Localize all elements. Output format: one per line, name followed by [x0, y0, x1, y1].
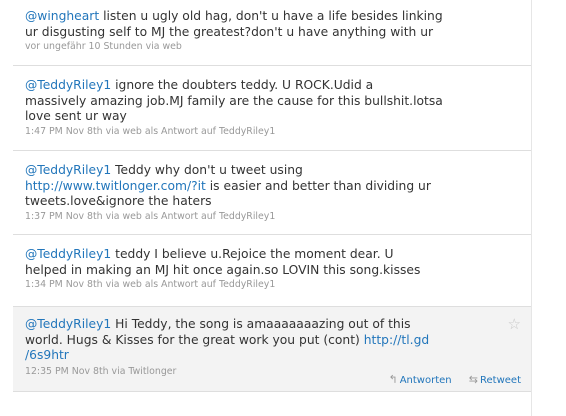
mention-link[interactable]: @TeddyRiley1	[25, 317, 111, 331]
tweet-item: @TeddyRiley1 Hi Teddy, the song is amaaa…	[13, 307, 531, 392]
tweet-text: love sent ur way	[25, 109, 127, 124]
mention-link[interactable]: @TeddyRiley1	[25, 163, 111, 177]
tweet-actions: ↰ Antworten ⇆ Retweet	[374, 373, 521, 386]
tweet-item: @TeddyRiley1 teddy I believe u.Rejoice t…	[13, 235, 531, 307]
tweet-text: ur disgusting self to MJ the greatest?do…	[25, 24, 434, 39]
reply-button[interactable]: Antworten	[400, 375, 452, 386]
tweet-text: @TeddyRiley1 Hi Teddy, the song is amaaa…	[25, 317, 411, 331]
tweet-text: @wingheart listen u ugly old hag, don't …	[25, 9, 443, 23]
tweet-text: @TeddyRiley1 ignore the doubters teddy. …	[25, 78, 374, 92]
tweet-text: tweets.love&ignore the haters	[25, 194, 212, 209]
retweet-button[interactable]: Retweet	[480, 375, 521, 386]
url-link-continued[interactable]: /6s9htr	[25, 348, 69, 362]
tweet-meta[interactable]: 1:34 PM Nov 8th via web als Antwort auf …	[25, 279, 531, 291]
star-icon[interactable]: ☆	[508, 315, 521, 333]
tweet-text: world. Hugs & Kisses for the great work …	[25, 332, 430, 347]
tweet-text: helped in making an MJ hit once again.so…	[25, 262, 421, 277]
tweet-meta[interactable]: 1:37 PM Nov 8th via web als Antwort auf …	[25, 211, 531, 223]
mention-link[interactable]: @wingheart	[25, 9, 99, 23]
page-margin	[532, 0, 566, 416]
tweet-text: massively amazing job.MJ family are the …	[25, 93, 443, 108]
tweet-item: @TeddyRiley1 ignore the doubters teddy. …	[13, 66, 531, 151]
mention-link[interactable]: @TeddyRiley1	[25, 78, 111, 92]
url-link[interactable]: http://tl.gd	[364, 333, 429, 347]
tweet-meta[interactable]: 1:47 PM Nov 8th via web als Antwort auf …	[25, 126, 531, 138]
url-link[interactable]: http://www.twitlonger.com/?it	[25, 179, 206, 193]
tweet-text: /6s9htr	[25, 348, 531, 364]
tweet-item: @TeddyRiley1 Teddy why don't u tweet usi…	[13, 151, 531, 235]
tweet-meta[interactable]: vor ungefähr 10 Stunden via web	[25, 41, 531, 53]
retweet-icon: ⇆	[468, 373, 479, 386]
tweet-text: http://www.twitlonger.com/?it is easier …	[25, 178, 431, 193]
mention-link[interactable]: @TeddyRiley1	[25, 247, 111, 261]
reply-arrow-icon: ↰	[388, 373, 398, 386]
tweet-item: @wingheart listen u ugly old hag, don't …	[13, 0, 531, 66]
tweet-timeline: @wingheart listen u ugly old hag, don't …	[13, 0, 532, 416]
tweet-text: @TeddyRiley1 Teddy why don't u tweet usi…	[25, 163, 303, 177]
tweet-text: @TeddyRiley1 teddy I believe u.Rejoice t…	[25, 247, 394, 261]
